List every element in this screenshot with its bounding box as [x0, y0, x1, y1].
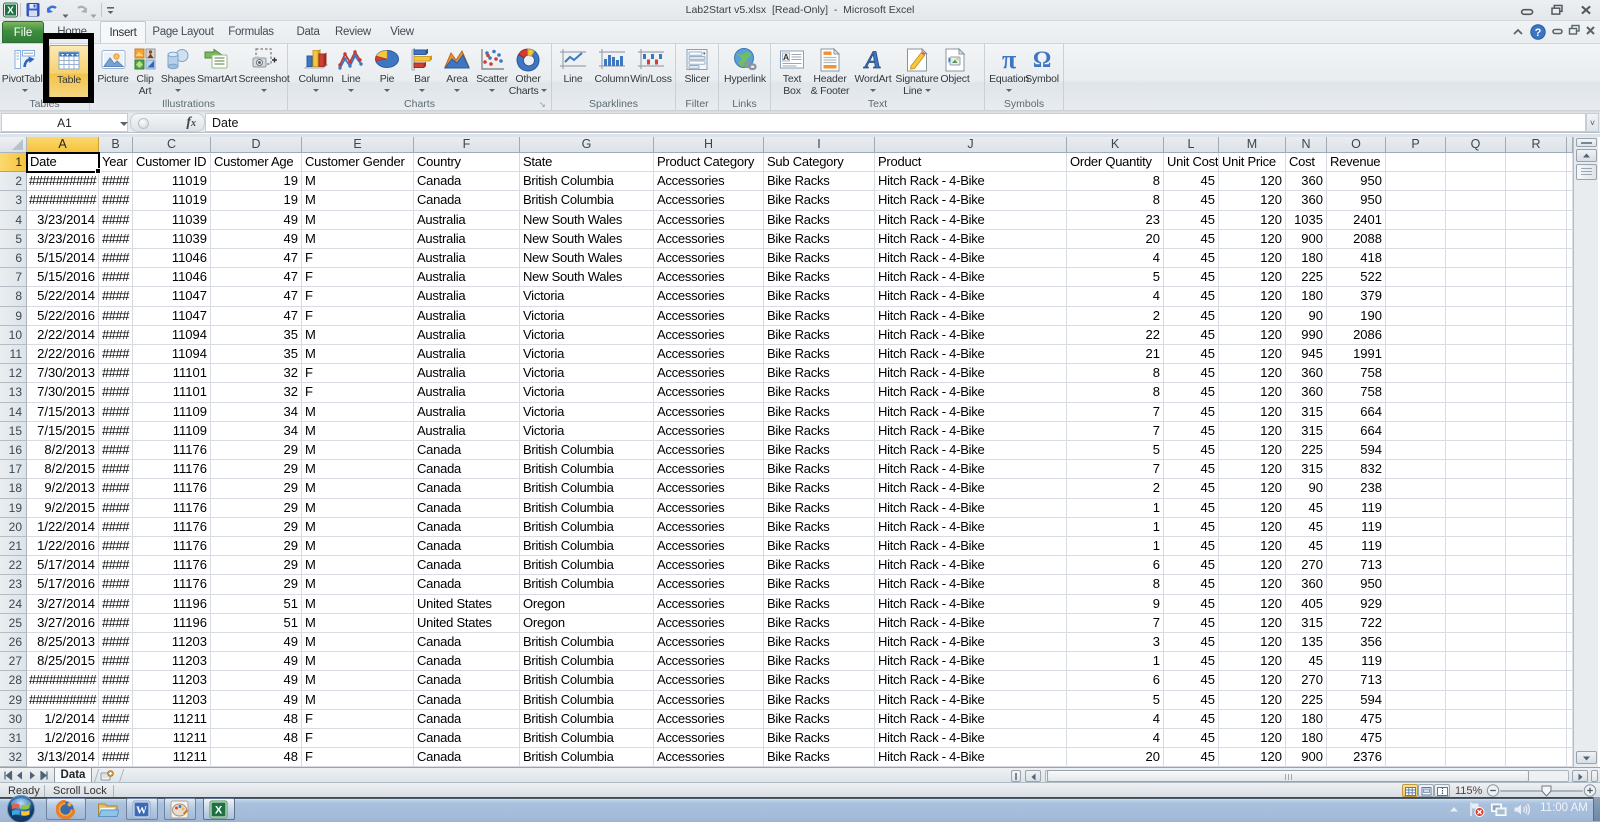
svg-text:A: A	[783, 52, 789, 62]
svg-text:Ω: Ω	[1033, 47, 1051, 72]
svg-text:X: X	[215, 805, 223, 817]
svg-text:W: W	[136, 805, 147, 817]
svg-text:?: ?	[1535, 27, 1542, 39]
svg-text:π: π	[1002, 47, 1016, 73]
svg-text:A: A	[863, 47, 881, 73]
